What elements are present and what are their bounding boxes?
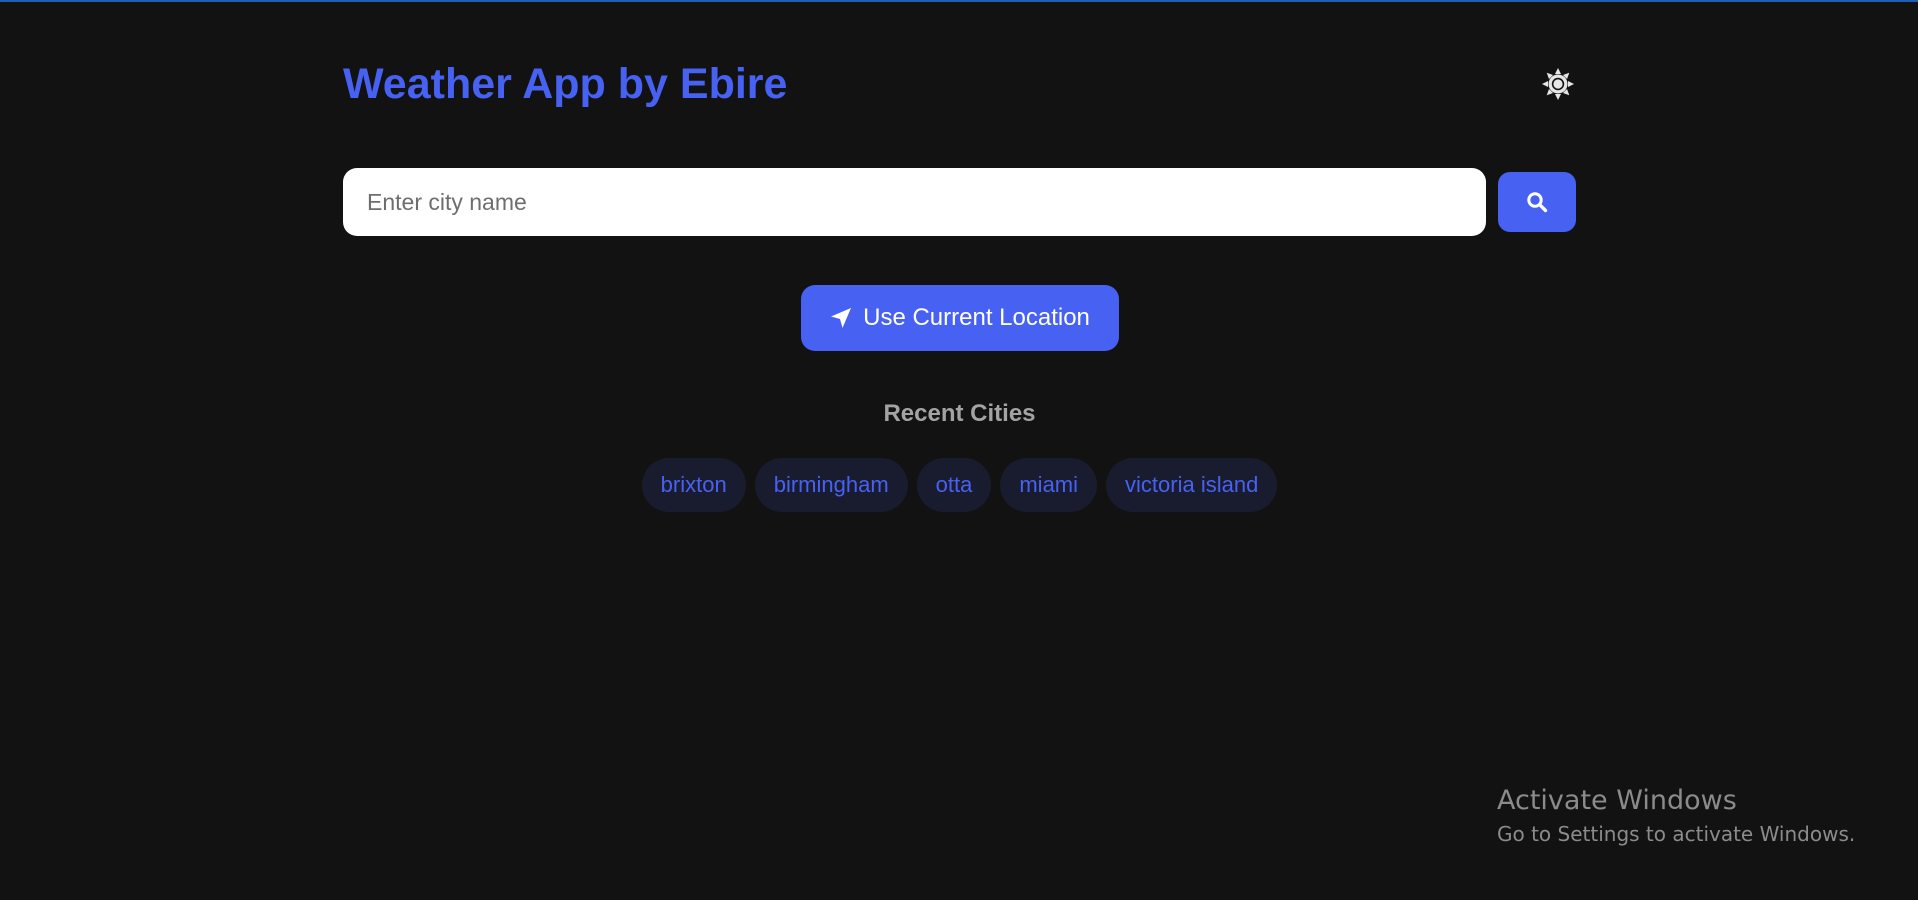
page-title: Weather App by Ebire	[343, 60, 788, 108]
use-current-location-button[interactable]: Use Current Location	[800, 285, 1119, 351]
search-button[interactable]	[1498, 172, 1576, 232]
location-row: Use Current Location	[343, 285, 1576, 351]
recent-city-chip[interactable]: miami	[1000, 458, 1098, 512]
watermark-title: Activate Windows	[1497, 785, 1737, 816]
recent-city-chip[interactable]: otta	[916, 458, 992, 512]
city-search-input[interactable]	[343, 168, 1486, 236]
activate-windows-watermark: Activate Windows Go to Settings to activ…	[1497, 783, 1855, 849]
recent-city-chip[interactable]: birmingham	[754, 458, 908, 512]
watermark-subtitle: Go to Settings to activate Windows.	[1497, 822, 1856, 846]
recent-cities-section: Recent Cities brixton birmingham otta mi…	[343, 400, 1576, 512]
search-bar	[343, 168, 1576, 236]
recent-cities-title: Recent Cities	[883, 400, 1036, 427]
sun-icon	[1542, 68, 1574, 100]
location-arrow-icon	[831, 308, 852, 328]
recent-city-chip[interactable]: victoria island	[1106, 458, 1278, 512]
weather-app: Weather App by Ebire Enter city name Use…	[343, 0, 1576, 512]
theme-toggle-button[interactable]	[1540, 66, 1576, 102]
recent-cities-list: brixton birmingham otta miami victoria i…	[343, 458, 1576, 512]
use-current-location-label: Use Current Location	[863, 304, 1090, 331]
header: Weather App by Ebire	[343, 0, 1576, 170]
recent-city-chip[interactable]: brixton	[641, 458, 746, 512]
search-icon	[1527, 192, 1548, 213]
